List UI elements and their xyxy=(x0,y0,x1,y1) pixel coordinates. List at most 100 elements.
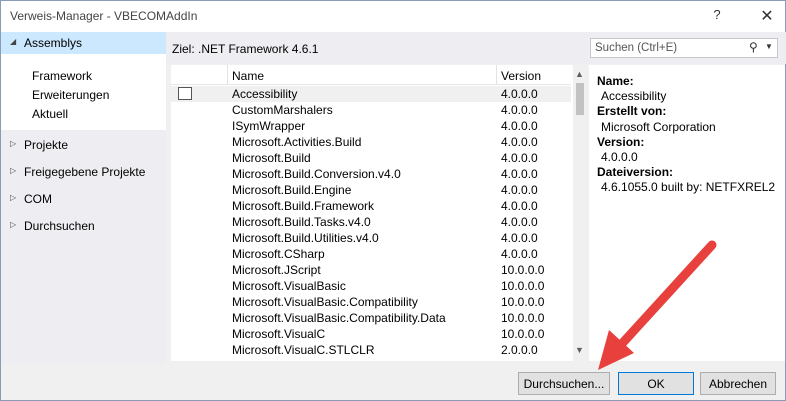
detail-version-label: Version: xyxy=(597,135,645,149)
ok-button[interactable]: OK xyxy=(618,372,694,395)
cancel-button[interactable]: Abbrechen xyxy=(700,372,776,395)
detail-fileversion-value: 4.6.1055.0 built by: NETFXREL2 xyxy=(601,180,776,194)
sidebar-item-com[interactable]: ▷ COM xyxy=(1,188,166,210)
sidebar-subitem-extensions[interactable]: Erweiterungen xyxy=(32,88,109,102)
column-header-name[interactable]: Name xyxy=(227,65,496,85)
sidebar-item-label: Durchsuchen xyxy=(24,219,95,233)
assembly-version: 4.0.0.0 xyxy=(501,183,538,197)
table-row[interactable]: Microsoft.Build.Tasks.v4.0 4.0.0.0 xyxy=(171,214,571,230)
assembly-name: Microsoft.VisualC.STLCLR xyxy=(232,343,375,357)
scroll-down-icon[interactable]: ▼ xyxy=(575,345,584,355)
detail-fileversion-label: Dateiversion: xyxy=(597,165,674,179)
assembly-name: ISymWrapper xyxy=(232,119,306,133)
table-row[interactable]: Microsoft.Build.Framework 4.0.0.0 xyxy=(171,198,571,214)
scroll-up-icon[interactable]: ▲ xyxy=(575,69,584,79)
assembly-name: Microsoft.CSharp xyxy=(232,247,325,261)
sidebar: ◢ Assemblys Framework Erweiterungen Aktu… xyxy=(1,32,166,364)
assembly-name: Microsoft.VisualBasic xyxy=(232,279,346,293)
table-row[interactable]: Microsoft.JScript 10.0.0.0 xyxy=(171,262,571,278)
assembly-version: 4.0.0.0 xyxy=(501,231,538,245)
table-row[interactable]: Microsoft.Activities.Build 4.0.0.0 xyxy=(171,134,571,150)
table-row[interactable]: Microsoft.VisualBasic 10.0.0.0 xyxy=(171,278,571,294)
collapsed-arrow-icon: ▷ xyxy=(10,193,17,202)
table-row[interactable]: CustomMarshalers 4.0.0.0 xyxy=(171,102,571,118)
expanded-arrow-icon: ◢ xyxy=(10,37,17,46)
include-checkbox[interactable] xyxy=(178,87,192,100)
table-row[interactable]: Microsoft.VisualBasic.Compatibility 10.0.… xyxy=(171,294,571,310)
sidebar-item-label: Assemblys xyxy=(24,36,83,50)
assembly-name: Microsoft.VisualBasic.Compatibility.Data xyxy=(232,311,446,325)
assembly-version: 4.0.0.0 xyxy=(501,103,538,117)
sidebar-item-browse[interactable]: ▷ Durchsuchen xyxy=(1,215,166,237)
collapsed-arrow-icon: ▷ xyxy=(10,166,17,175)
table-row[interactable]: Microsoft.Build.Conversion.v4.0 4.0.0.0 xyxy=(171,166,571,182)
sidebar-item-label: Freigegebene Projekte xyxy=(24,165,146,179)
button-bar: Durchsuchen... OK Abbrechen xyxy=(1,364,785,400)
detail-creator-label: Erstellt von: xyxy=(597,104,667,118)
table-row[interactable]: Microsoft.VisualC 10.0.0.0 xyxy=(171,326,571,342)
sidebar-subitem-recent[interactable]: Aktuell xyxy=(32,107,68,121)
assembly-version: 10.0.0.0 xyxy=(501,263,545,277)
assembly-name: Microsoft.JScript xyxy=(232,263,321,277)
assembly-name: Microsoft.VisualBasic.Compatibility xyxy=(232,295,418,309)
table-header: Name Version xyxy=(171,65,571,85)
table-row[interactable]: Microsoft.VisualBasic.Compatibility.Data… xyxy=(171,310,571,326)
sidebar-subitem-framework[interactable]: Framework xyxy=(32,69,92,83)
search-icon[interactable]: ⚲ xyxy=(749,40,758,54)
sidebar-item-label: Projekte xyxy=(24,138,69,152)
collapsed-arrow-icon: ▷ xyxy=(10,139,17,148)
assemblies-subpanel: Framework Erweiterungen Aktuell xyxy=(1,54,166,130)
assembly-version: 4.0.0.0 xyxy=(501,167,538,181)
assembly-name: Microsoft.Build xyxy=(232,151,311,165)
assembly-version: 4.0.0.0 xyxy=(501,135,538,149)
sidebar-item-projects[interactable]: ▷ Projekte xyxy=(1,134,166,156)
assembly-version: 4.0.0.0 xyxy=(501,119,538,133)
table-row[interactable]: Microsoft.VisualC.STLCLR 2.0.0.0 xyxy=(171,342,571,358)
detail-creator-value: Microsoft Corporation xyxy=(601,120,716,134)
assembly-version: 4.0.0.0 xyxy=(501,87,538,101)
table-row[interactable]: ISymWrapper 4.0.0.0 xyxy=(171,118,571,134)
assembly-version: 4.0.0.0 xyxy=(501,215,538,229)
search-placeholder: Suchen (Ctrl+E) xyxy=(595,42,678,54)
assembly-name: CustomMarshalers xyxy=(232,103,333,117)
assembly-name: Microsoft.Activities.Build xyxy=(232,135,362,149)
search-input[interactable]: Suchen (Ctrl+E) ⚲ ▼ xyxy=(590,38,778,58)
table-row[interactable]: Microsoft.CSharp 4.0.0.0 xyxy=(171,246,571,262)
sidebar-item-shared-projects[interactable]: ▷ Freigegebene Projekte xyxy=(1,161,166,183)
reference-manager-window: Verweis-Manager - VBECOMAddIn ? ✕ ◢ Asse… xyxy=(0,0,786,401)
help-icon[interactable]: ? xyxy=(707,7,727,25)
details-panel: Name: Accessibility Erstellt von: Micros… xyxy=(589,65,785,361)
column-header-version[interactable]: Version xyxy=(496,65,571,85)
assembly-name: Microsoft.Build.Conversion.v4.0 xyxy=(232,167,401,181)
detail-name-value: Accessibility xyxy=(601,89,667,103)
assembly-version: 4.0.0.0 xyxy=(501,247,538,261)
assembly-version: 4.0.0.0 xyxy=(501,151,538,165)
sidebar-item-assemblies[interactable]: ◢ Assemblys xyxy=(1,32,166,54)
assembly-version: 2.0.0.0 xyxy=(501,343,538,357)
table-row[interactable]: Microsoft.Build.Engine 4.0.0.0 xyxy=(171,182,571,198)
chevron-down-icon[interactable]: ▼ xyxy=(765,42,773,51)
assembly-name: Microsoft.Build.Tasks.v4.0 xyxy=(232,215,371,229)
target-framework-label: Ziel: .NET Framework 4.6.1 xyxy=(172,42,319,56)
table-row[interactable]: Accessibility 4.0.0.0 xyxy=(171,86,571,102)
table-row[interactable]: Microsoft.Build 4.0.0.0 xyxy=(171,150,571,166)
scrollbar-thumb[interactable] xyxy=(576,83,584,115)
assembly-name: Microsoft.Build.Utilities.v4.0 xyxy=(232,231,379,245)
target-bar: Ziel: .NET Framework 4.6.1 Suchen (Ctrl+… xyxy=(166,32,786,64)
assembly-name: Microsoft.Build.Framework xyxy=(232,199,375,213)
assembly-list: Name Version Accessibility 4.0.0.0 CustomM… xyxy=(171,65,587,361)
vertical-scrollbar[interactable]: ▲ ▼ xyxy=(573,65,587,361)
detail-version-value: 4.0.0.0 xyxy=(601,150,638,164)
assembly-name: Microsoft.Build.Engine xyxy=(232,183,352,197)
assembly-version: 10.0.0.0 xyxy=(501,279,545,293)
collapsed-arrow-icon: ▷ xyxy=(10,220,17,229)
close-icon[interactable]: ✕ xyxy=(757,6,777,26)
browse-button[interactable]: Durchsuchen... xyxy=(518,372,610,395)
detail-name-label: Name: xyxy=(597,74,634,88)
title-bar: Verweis-Manager - VBECOMAddIn ? ✕ xyxy=(1,1,785,32)
assembly-version: 10.0.0.0 xyxy=(501,295,545,309)
assembly-version: 10.0.0.0 xyxy=(501,327,545,341)
table-row[interactable]: Microsoft.Build.Utilities.v4.0 4.0.0.0 xyxy=(171,230,571,246)
assembly-name: Accessibility xyxy=(232,87,298,101)
assembly-name: Microsoft.VisualC xyxy=(232,327,326,341)
